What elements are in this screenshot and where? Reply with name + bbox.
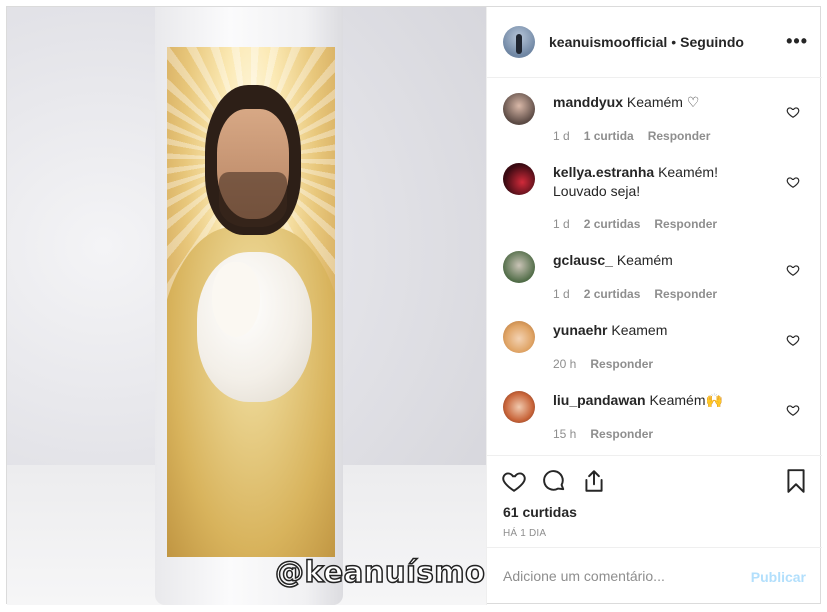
ellipsis-icon[interactable]: •••: [786, 32, 808, 50]
comment-time[interactable]: 20 h: [553, 357, 576, 371]
comment-username[interactable]: liu_pandawan: [553, 392, 646, 408]
comment-time[interactable]: 1 d: [553, 287, 570, 301]
reply-button[interactable]: Responder: [590, 427, 653, 441]
commenter-avatar[interactable]: [503, 93, 535, 125]
comments-list[interactable]: manddyux Keamém ♡ 1 d1 curtida Responder …: [487, 79, 822, 454]
comment-username[interactable]: kellya.estranha: [553, 164, 654, 180]
comment-likes[interactable]: 2 curtidas: [584, 287, 641, 301]
commenter-avatar[interactable]: [503, 251, 535, 283]
follow-status-button[interactable]: Seguindo: [680, 34, 744, 50]
comment-text: Keamém🙌: [649, 392, 723, 408]
heart-icon[interactable]: [501, 468, 527, 494]
candle-label-artwork: [167, 47, 335, 557]
reply-button[interactable]: Responder: [654, 287, 717, 301]
author-avatar[interactable]: [503, 26, 535, 58]
post-dialog: @keanuísmo keanuismoofficial • Seguindo …: [6, 6, 822, 605]
comment-likes[interactable]: 1 curtida: [584, 129, 634, 143]
commenter-avatar[interactable]: [503, 391, 535, 423]
comment-username[interactable]: yunaehr: [553, 322, 607, 338]
post-photo[interactable]: @keanuísmo: [7, 7, 486, 605]
comment-text: Keamém ♡: [626, 94, 700, 110]
post-actions: 61 curtidas HÁ 1 DIA: [487, 455, 822, 545]
commenter-avatar[interactable]: [503, 163, 535, 195]
comment-time[interactable]: 15 h: [553, 427, 576, 441]
reply-button[interactable]: Responder: [648, 129, 711, 143]
post-header: keanuismoofficial • Seguindo •••: [487, 7, 822, 78]
beard: [219, 172, 287, 227]
heart-icon[interactable]: [786, 403, 800, 417]
comment-username[interactable]: manddyux: [553, 94, 623, 110]
post-sidebar: keanuismoofficial • Seguindo ••• manddyu…: [486, 7, 822, 605]
comment-text: Keamém: [616, 252, 673, 268]
comment-input[interactable]: [503, 566, 743, 586]
heart-icon[interactable]: [786, 333, 800, 347]
likes-count[interactable]: 61 curtidas: [503, 504, 577, 520]
comment-time[interactable]: 1 d: [553, 217, 570, 231]
comment-likes[interactable]: 2 curtidas: [584, 217, 641, 231]
heart-icon[interactable]: [786, 175, 800, 189]
separator-dot: •: [671, 34, 677, 50]
post-comment-button[interactable]: Publicar: [751, 569, 806, 585]
commenter-avatar[interactable]: [503, 321, 535, 353]
bookmark-icon[interactable]: [783, 468, 809, 494]
comment-text: Keamem: [611, 322, 668, 338]
add-comment-bar: Publicar: [487, 547, 822, 605]
comment-username[interactable]: gclausc_: [553, 252, 613, 268]
heart-icon[interactable]: [786, 263, 800, 277]
comment-icon[interactable]: [541, 468, 567, 494]
posted-time: HÁ 1 DIA: [503, 528, 547, 539]
lamb-head: [212, 262, 260, 337]
watermark: @keanuísmo: [274, 554, 486, 590]
share-icon[interactable]: [581, 468, 607, 494]
author-username[interactable]: keanuismoofficial: [549, 34, 667, 50]
reply-button[interactable]: Responder: [590, 357, 653, 371]
reply-button[interactable]: Responder: [654, 217, 717, 231]
heart-icon[interactable]: [786, 105, 800, 119]
comment-time[interactable]: 1 d: [553, 129, 570, 143]
